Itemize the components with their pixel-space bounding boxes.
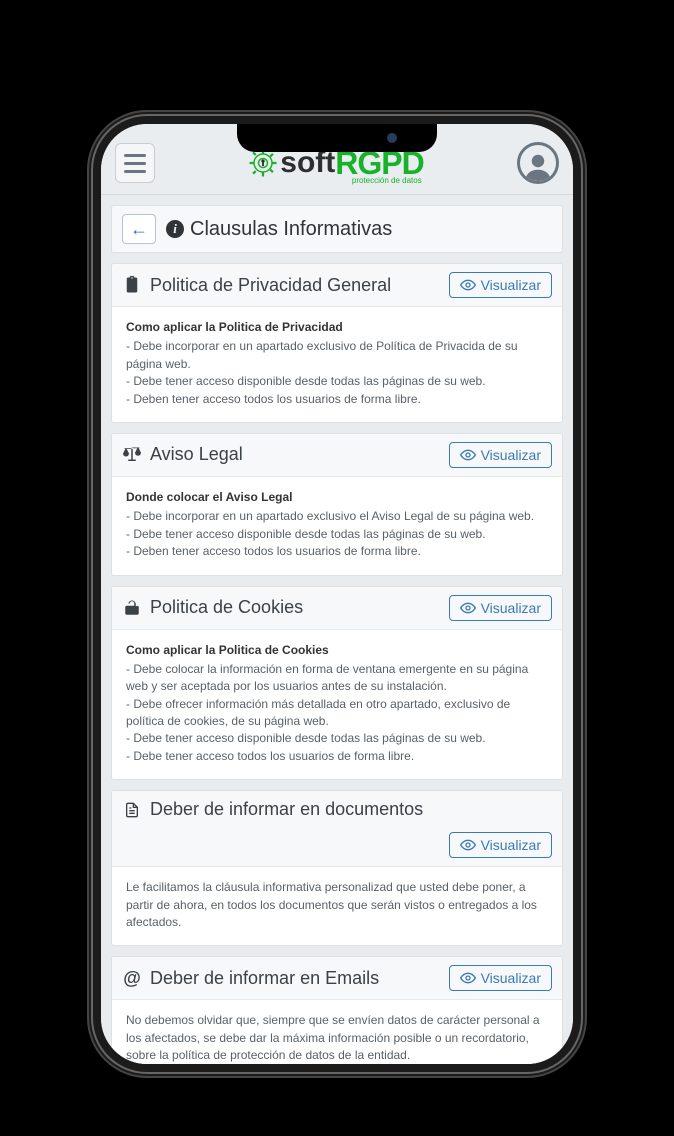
section-header: @ Deber de informar en Emails Visualizar — [112, 957, 562, 1000]
visualizar-button[interactable]: Visualizar — [449, 442, 552, 468]
section-body: Como aplicar la Politica de Privacidad -… — [112, 307, 562, 422]
section-body: Como aplicar la Politica de Cookies - De… — [112, 630, 562, 780]
section-title: @ Deber de informar en Emails — [122, 968, 379, 989]
clipboard-icon — [122, 276, 142, 294]
section-header: Politica de Cookies Visualizar — [112, 587, 562, 630]
back-button[interactable]: ← — [122, 214, 156, 244]
section-privacidad-general: Politica de Privacidad General Visualiza… — [111, 263, 563, 423]
eye-icon — [460, 970, 476, 986]
eye-icon — [460, 837, 476, 853]
logo-subtitle: protección de datos — [352, 177, 422, 185]
page-titlebar: ← i Clausulas Informativas — [111, 205, 563, 253]
section-body: Donde colocar el Aviso Legal - Debe inco… — [112, 477, 562, 575]
gear-icon — [248, 148, 278, 178]
visualizar-button[interactable]: Visualizar — [449, 272, 552, 298]
section-body: No debemos olvidar que, siempre que se e… — [112, 1000, 562, 1064]
avatar[interactable] — [517, 142, 559, 184]
device-notch — [237, 124, 437, 152]
content-area: ← i Clausulas Informativas Politica de P… — [101, 195, 573, 1064]
unlock-icon — [122, 599, 142, 617]
visualizar-button[interactable]: Visualizar — [449, 965, 552, 991]
section-cookies: Politica de Cookies Visualizar Como apli… — [111, 586, 563, 781]
visualizar-button[interactable]: Visualizar — [449, 832, 552, 858]
info-icon: i — [166, 220, 184, 238]
section-header: Deber de informar en documentos Visualiz… — [112, 791, 562, 867]
section-header: Politica de Privacidad General Visualiza… — [112, 264, 562, 307]
section-documentos: Deber de informar en documentos Visualiz… — [111, 790, 563, 946]
menu-button[interactable] — [115, 143, 155, 183]
visualizar-button[interactable]: Visualizar — [449, 595, 552, 621]
eye-icon — [460, 600, 476, 616]
eye-icon — [460, 277, 476, 293]
screen: soft RGPD protección de datos ← i Claus — [101, 124, 573, 1064]
section-title: Aviso Legal — [122, 444, 243, 465]
section-emails: @ Deber de informar en Emails Visualizar… — [111, 956, 563, 1064]
section-title: Politica de Cookies — [122, 597, 303, 618]
page-title: i Clausulas Informativas — [166, 218, 392, 241]
user-icon — [523, 151, 553, 181]
eye-icon — [460, 447, 476, 463]
document-icon — [122, 801, 142, 819]
section-title: Deber de informar en documentos — [122, 799, 552, 820]
section-body: Le facilitamos la cláusula informativa p… — [112, 867, 562, 945]
phone-frame: soft RGPD protección de datos ← i Claus — [87, 110, 587, 1078]
section-header: Aviso Legal Visualizar — [112, 434, 562, 477]
at-icon: @ — [122, 968, 142, 989]
section-title: Politica de Privacidad General — [122, 275, 391, 296]
scale-icon — [122, 446, 142, 464]
section-aviso-legal: Aviso Legal Visualizar Donde colocar el … — [111, 433, 563, 576]
camera-dot — [387, 133, 397, 143]
